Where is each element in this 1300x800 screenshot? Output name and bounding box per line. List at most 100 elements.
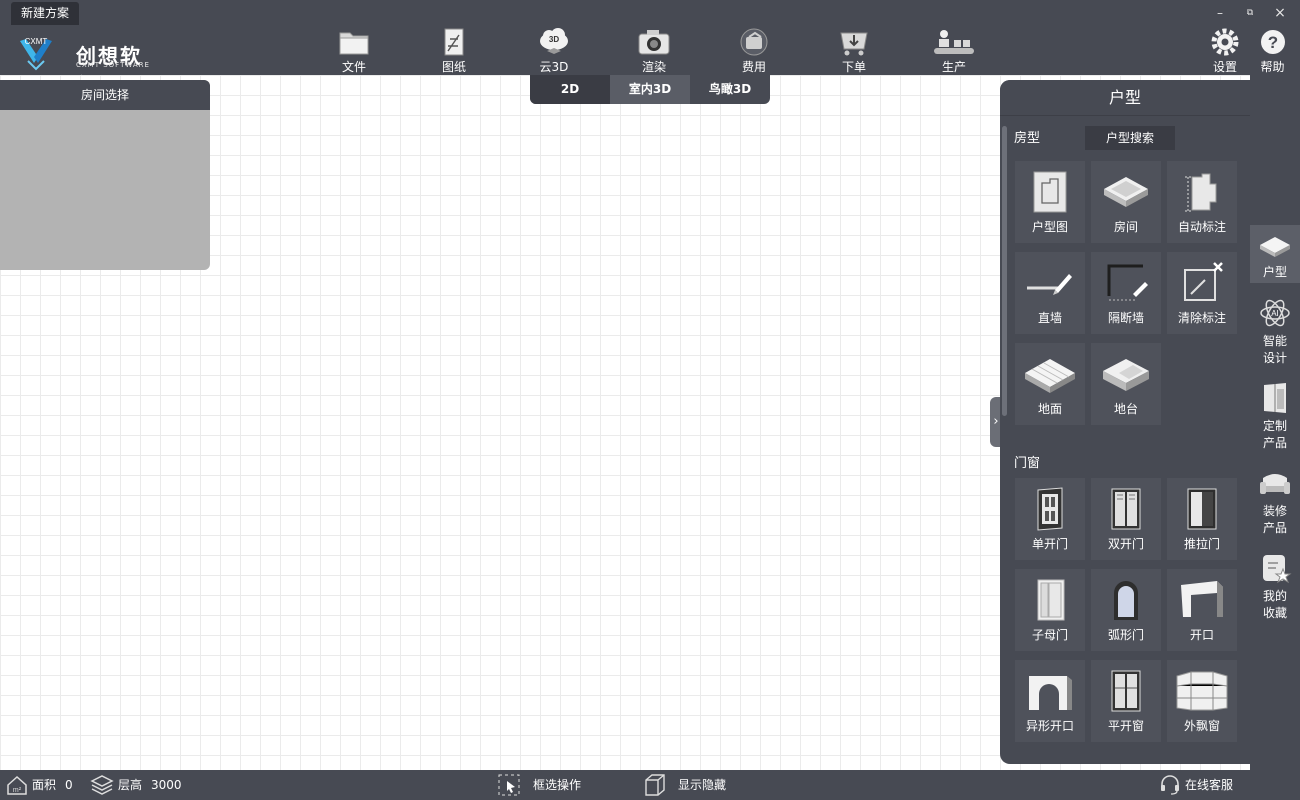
lib-item-label: 自动标注 <box>1177 220 1226 234</box>
auto-dimension-icon <box>1185 173 1217 212</box>
sidebar-label: 产品 <box>1262 436 1287 450</box>
sidebar-label: 装修 <box>1262 504 1287 518</box>
headset-icon <box>1161 775 1179 795</box>
room-select-title: 房间选择 <box>0 80 210 110</box>
lib-item-label: 单开门 <box>1031 537 1068 551</box>
lib-item-casement-window[interactable]: 平开窗 <box>1091 660 1161 742</box>
sidebar-item-floorplan[interactable]: 户型 <box>1250 225 1300 283</box>
library-scrollbar[interactable] <box>1002 126 1007 416</box>
lib-item-bay-window[interactable]: 外飘窗 <box>1167 660 1237 742</box>
lib-item-platform[interactable]: 地台 <box>1091 343 1161 425</box>
lib-item-straight-wall[interactable]: 直墙 <box>1015 252 1085 334</box>
sliding-door-icon <box>1187 488 1217 530</box>
svg-text:CXMT: CXMT <box>25 37 48 46</box>
lib-item-partition-wall[interactable]: 隔断墙 <box>1091 252 1161 334</box>
restore-button[interactable]: ⧉ <box>1241 4 1259 22</box>
document-tab[interactable]: 新建方案 <box>11 2 80 25</box>
section-doors-windows: 门窗 <box>1014 456 1041 471</box>
toolbar-file[interactable]: 文件 <box>324 27 384 75</box>
lib-item-label: 双开门 <box>1107 537 1144 551</box>
toolbar-file-label: 文件 <box>341 60 366 74</box>
area-icon: m² <box>7 775 27 795</box>
svg-text:3D: 3D <box>549 35 559 44</box>
special-opening-icon <box>1029 676 1072 710</box>
title-bar: 新建方案 – ⧉ × <box>0 0 1300 25</box>
house-icon <box>1260 237 1290 257</box>
lib-item-label: 隔断墙 <box>1107 311 1144 325</box>
lib-item-room[interactable]: 房间 <box>1091 161 1161 243</box>
show-hide-label: 显示隐藏 <box>678 778 727 792</box>
main-toolbar: CXMT 创想软件 CXMT SOFTWARE 文件 图纸 3D 云3D <box>0 25 1300 97</box>
floor-height-indicator[interactable]: 层高 3000 <box>90 770 182 800</box>
floor-height-label: 层高 <box>118 778 143 792</box>
lib-item-single-door[interactable]: 单开门 <box>1015 478 1085 560</box>
toolbar-production-label: 生产 <box>941 60 966 74</box>
cloud-3d-icon: 3D <box>540 28 568 54</box>
lib-item-label: 子母门 <box>1031 628 1068 642</box>
toolbar-render[interactable]: 渲染 <box>624 27 684 75</box>
lib-item-special-opening[interactable]: 异形开口 <box>1015 660 1085 742</box>
lib-item-label: 异形开口 <box>1025 719 1074 733</box>
sidebar-label: 我的 <box>1262 589 1287 603</box>
view-interior-3d-button[interactable]: 室内3D <box>610 75 690 104</box>
lib-item-arch-door[interactable]: 弧形门 <box>1091 569 1161 651</box>
toolbar-cloud3d[interactable]: 3D 云3D <box>524 27 584 75</box>
folder-icon <box>339 32 369 55</box>
double-door-icon <box>1111 488 1141 530</box>
view-aerial-3d-button[interactable]: 鸟瞰3D <box>690 75 770 104</box>
logo-mark-icon: CXMT <box>20 37 52 71</box>
brand-subtitle: CXMT SOFTWARE <box>76 61 150 69</box>
sidebar-item-my-favorites[interactable]: 我的 收藏 <box>1250 545 1300 620</box>
camera-icon <box>638 30 670 55</box>
sidebar-label: 户型 <box>1262 265 1287 279</box>
box-select-label: 框选操作 <box>533 778 582 792</box>
section-room-type: 房型 <box>1014 131 1041 146</box>
cart-icon <box>840 32 868 56</box>
sidebar-item-smart-design[interactable]: AI 智能 设计 <box>1250 290 1300 365</box>
toolbar-drawing[interactable]: 图纸 <box>424 27 484 75</box>
lib-item-floor[interactable]: 地面 <box>1015 343 1085 425</box>
svg-text:m²: m² <box>13 787 22 794</box>
ai-icon: AI <box>1260 299 1290 327</box>
casement-window-icon <box>1111 670 1141 712</box>
category-sidebar: 户型 AI 智能 设计 定制 产品 装修 产品 我的 收藏 <box>1250 75 1300 770</box>
sidebar-label: 定制 <box>1262 419 1287 433</box>
box-select-button[interactable]: 框选操作 <box>497 770 581 800</box>
lib-item-sliding-door[interactable]: 推拉门 <box>1167 478 1237 560</box>
toolbar-order-label: 下单 <box>841 60 866 74</box>
bay-window-icon <box>1176 671 1228 711</box>
online-service-button[interactable]: 在线客服 <box>1159 770 1233 800</box>
area-value: 0 <box>65 778 73 792</box>
lib-item-auto-dimension[interactable]: 自动标注 <box>1167 161 1237 243</box>
wardrobe-icon <box>1264 383 1286 413</box>
help-button[interactable]: ? 帮助 <box>1245 27 1300 75</box>
toolbar-cost[interactable]: 费用 <box>724 27 784 75</box>
lib-item-floorplan[interactable]: 户型图 <box>1015 161 1085 243</box>
close-button[interactable]: × <box>1271 4 1289 22</box>
sidebar-item-decoration-products[interactable]: 装修 产品 <box>1250 460 1300 535</box>
lib-item-label: 开口 <box>1189 628 1214 642</box>
lib-item-clear-dimension[interactable]: 清除标注 <box>1167 252 1237 334</box>
lib-item-label: 平开窗 <box>1107 719 1144 733</box>
arch-door-icon <box>1114 581 1138 620</box>
cube-icon <box>645 774 665 796</box>
single-door-icon <box>1037 487 1063 531</box>
show-hide-button[interactable]: 显示隐藏 <box>642 770 726 800</box>
svg-text:?: ? <box>1267 33 1277 52</box>
lib-item-double-door[interactable]: 双开门 <box>1091 478 1161 560</box>
toolbar-drawing-label: 图纸 <box>441 60 466 74</box>
view-switcher: 2D 室内3D 鸟瞰3D <box>530 75 770 104</box>
toolbar-production[interactable]: 生产 <box>924 27 984 75</box>
sidebar-item-custom-products[interactable]: 定制 产品 <box>1250 375 1300 450</box>
view-2d-button[interactable]: 2D <box>530 75 610 104</box>
favorite-icon <box>1263 555 1292 584</box>
lib-item-mother-son-door[interactable]: 子母门 <box>1015 569 1085 651</box>
sidebar-label: 产品 <box>1262 521 1287 535</box>
production-icon <box>934 30 974 54</box>
partition-wall-icon <box>1107 264 1148 301</box>
toolbar-cloud3d-label: 云3D <box>539 60 569 74</box>
floorplan-search-button[interactable]: 户型搜索 <box>1085 126 1175 150</box>
lib-item-opening[interactable]: 开口 <box>1167 569 1237 651</box>
minimize-button[interactable]: – <box>1211 4 1229 22</box>
toolbar-order[interactable]: 下单 <box>824 27 884 75</box>
